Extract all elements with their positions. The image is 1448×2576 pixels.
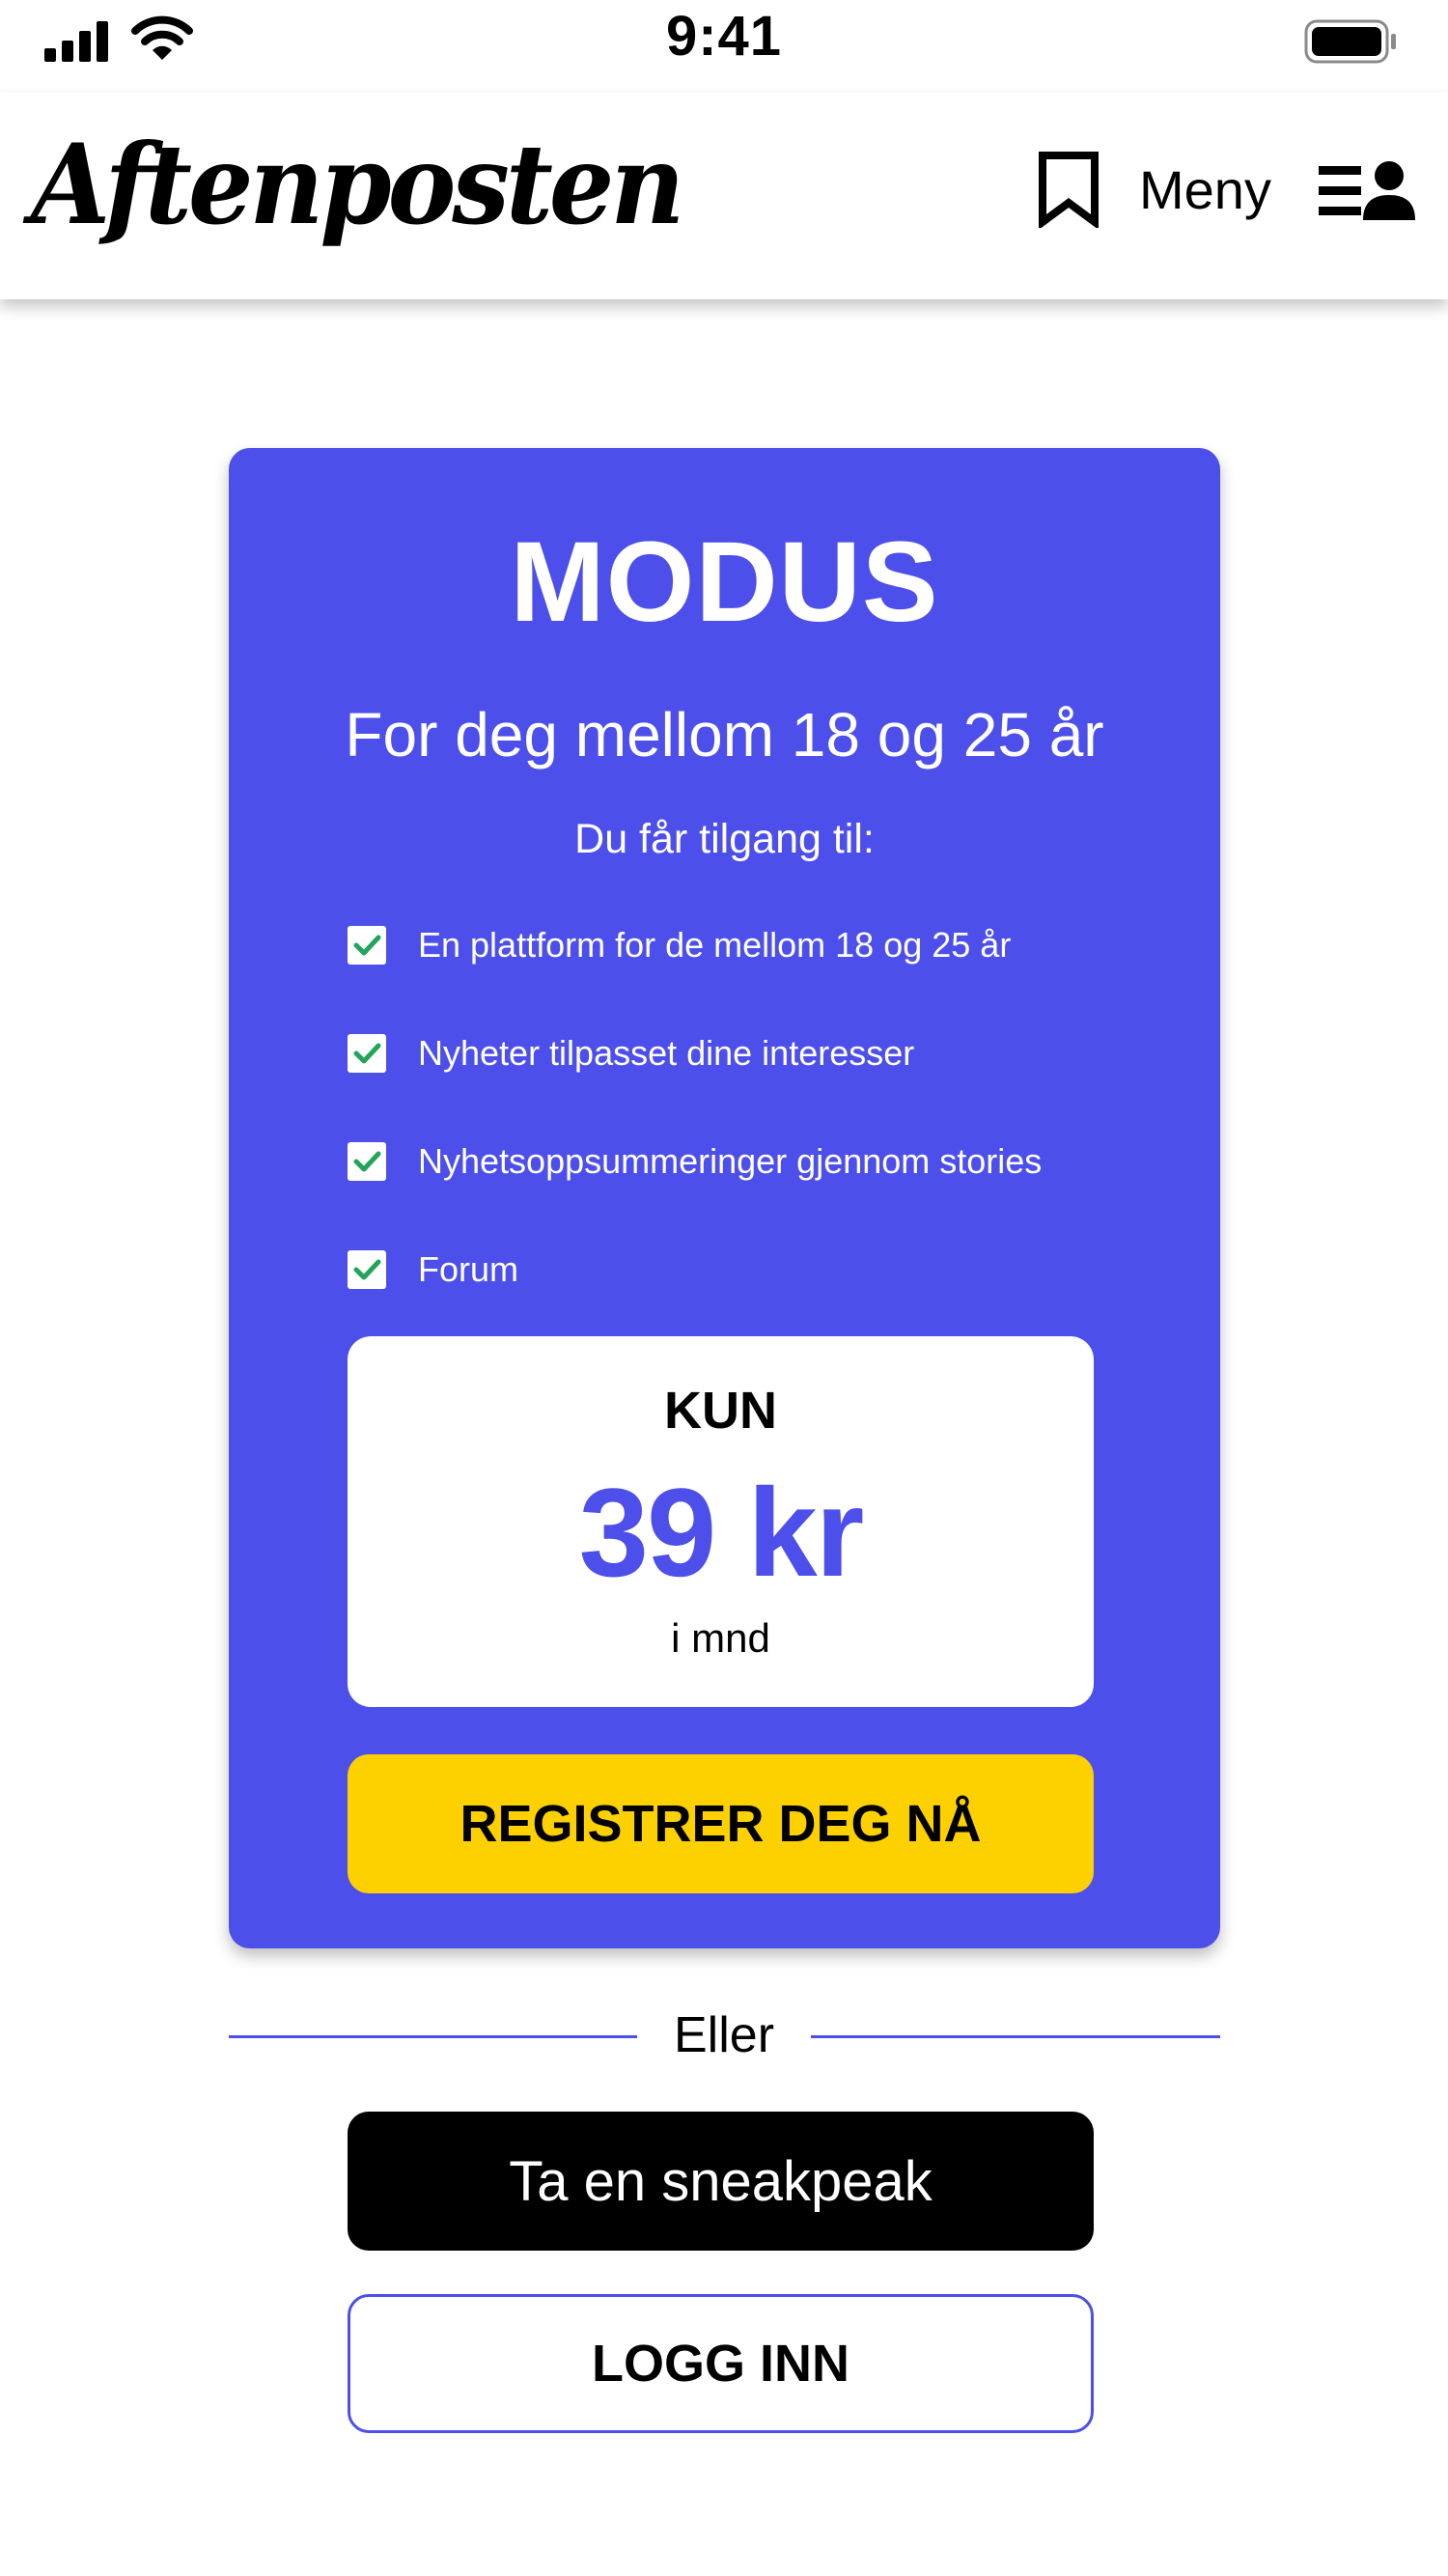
checkbox-checked-icon — [348, 1034, 386, 1073]
divider-line-right — [811, 2035, 1220, 2038]
feature-item: Forum — [348, 1246, 518, 1294]
divider-line-left — [229, 2035, 637, 2038]
bookmark-icon[interactable] — [1037, 151, 1100, 233]
menu-button[interactable]: Meny — [1139, 156, 1271, 224]
header: Aftenposten Meny — [0, 93, 1448, 299]
access-heading: Du får tilgang til: — [574, 816, 875, 862]
feature-label: En plattform for de mellom 18 og 25 år — [418, 925, 1012, 965]
feature-item: En plattform for de mellom 18 og 25 år — [348, 921, 1011, 969]
sneakpeek-button[interactable]: Ta en sneakpeak — [348, 2112, 1094, 2251]
checkbox-checked-icon — [348, 1250, 386, 1289]
price-amount: 39 kr — [578, 1462, 865, 1603]
logo[interactable]: Aftenposten — [31, 128, 684, 239]
battery-icon — [1304, 19, 1399, 69]
feature-label: Nyhetsoppsummeringer gjennom stories — [418, 1141, 1043, 1181]
feature-item: Nyheter tilpasset dine interesser — [348, 1029, 914, 1078]
feature-label: Forum — [418, 1249, 519, 1289]
status-time: 9:41 — [665, 5, 783, 68]
price-prefix: KUN — [664, 1382, 777, 1440]
plan-subtitle: For deg mellom 18 og 25 år — [345, 700, 1104, 770]
price-period: i mnd — [671, 1615, 770, 1661]
subscription-card: MODUS For deg mellom 18 og 25 år Du får … — [229, 448, 1220, 1948]
divider-label: Eller — [673, 2007, 775, 2063]
checkbox-checked-icon — [348, 1142, 386, 1181]
register-button[interactable]: REGISTRER DEG NÅ — [348, 1754, 1094, 1893]
login-button[interactable]: LOGG INN — [348, 2294, 1094, 2433]
plan-title: MODUS — [510, 518, 939, 646]
feature-item: Nyhetsoppsummeringer gjennom stories — [348, 1137, 1042, 1186]
profile-list-icon[interactable] — [1319, 160, 1415, 225]
checkbox-checked-icon — [348, 926, 386, 965]
status-bar: 9:41 — [0, 0, 1448, 87]
feature-label: Nyheter tilpasset dine interesser — [418, 1033, 915, 1073]
price-box: KUN 39 kr i mnd — [348, 1336, 1094, 1707]
